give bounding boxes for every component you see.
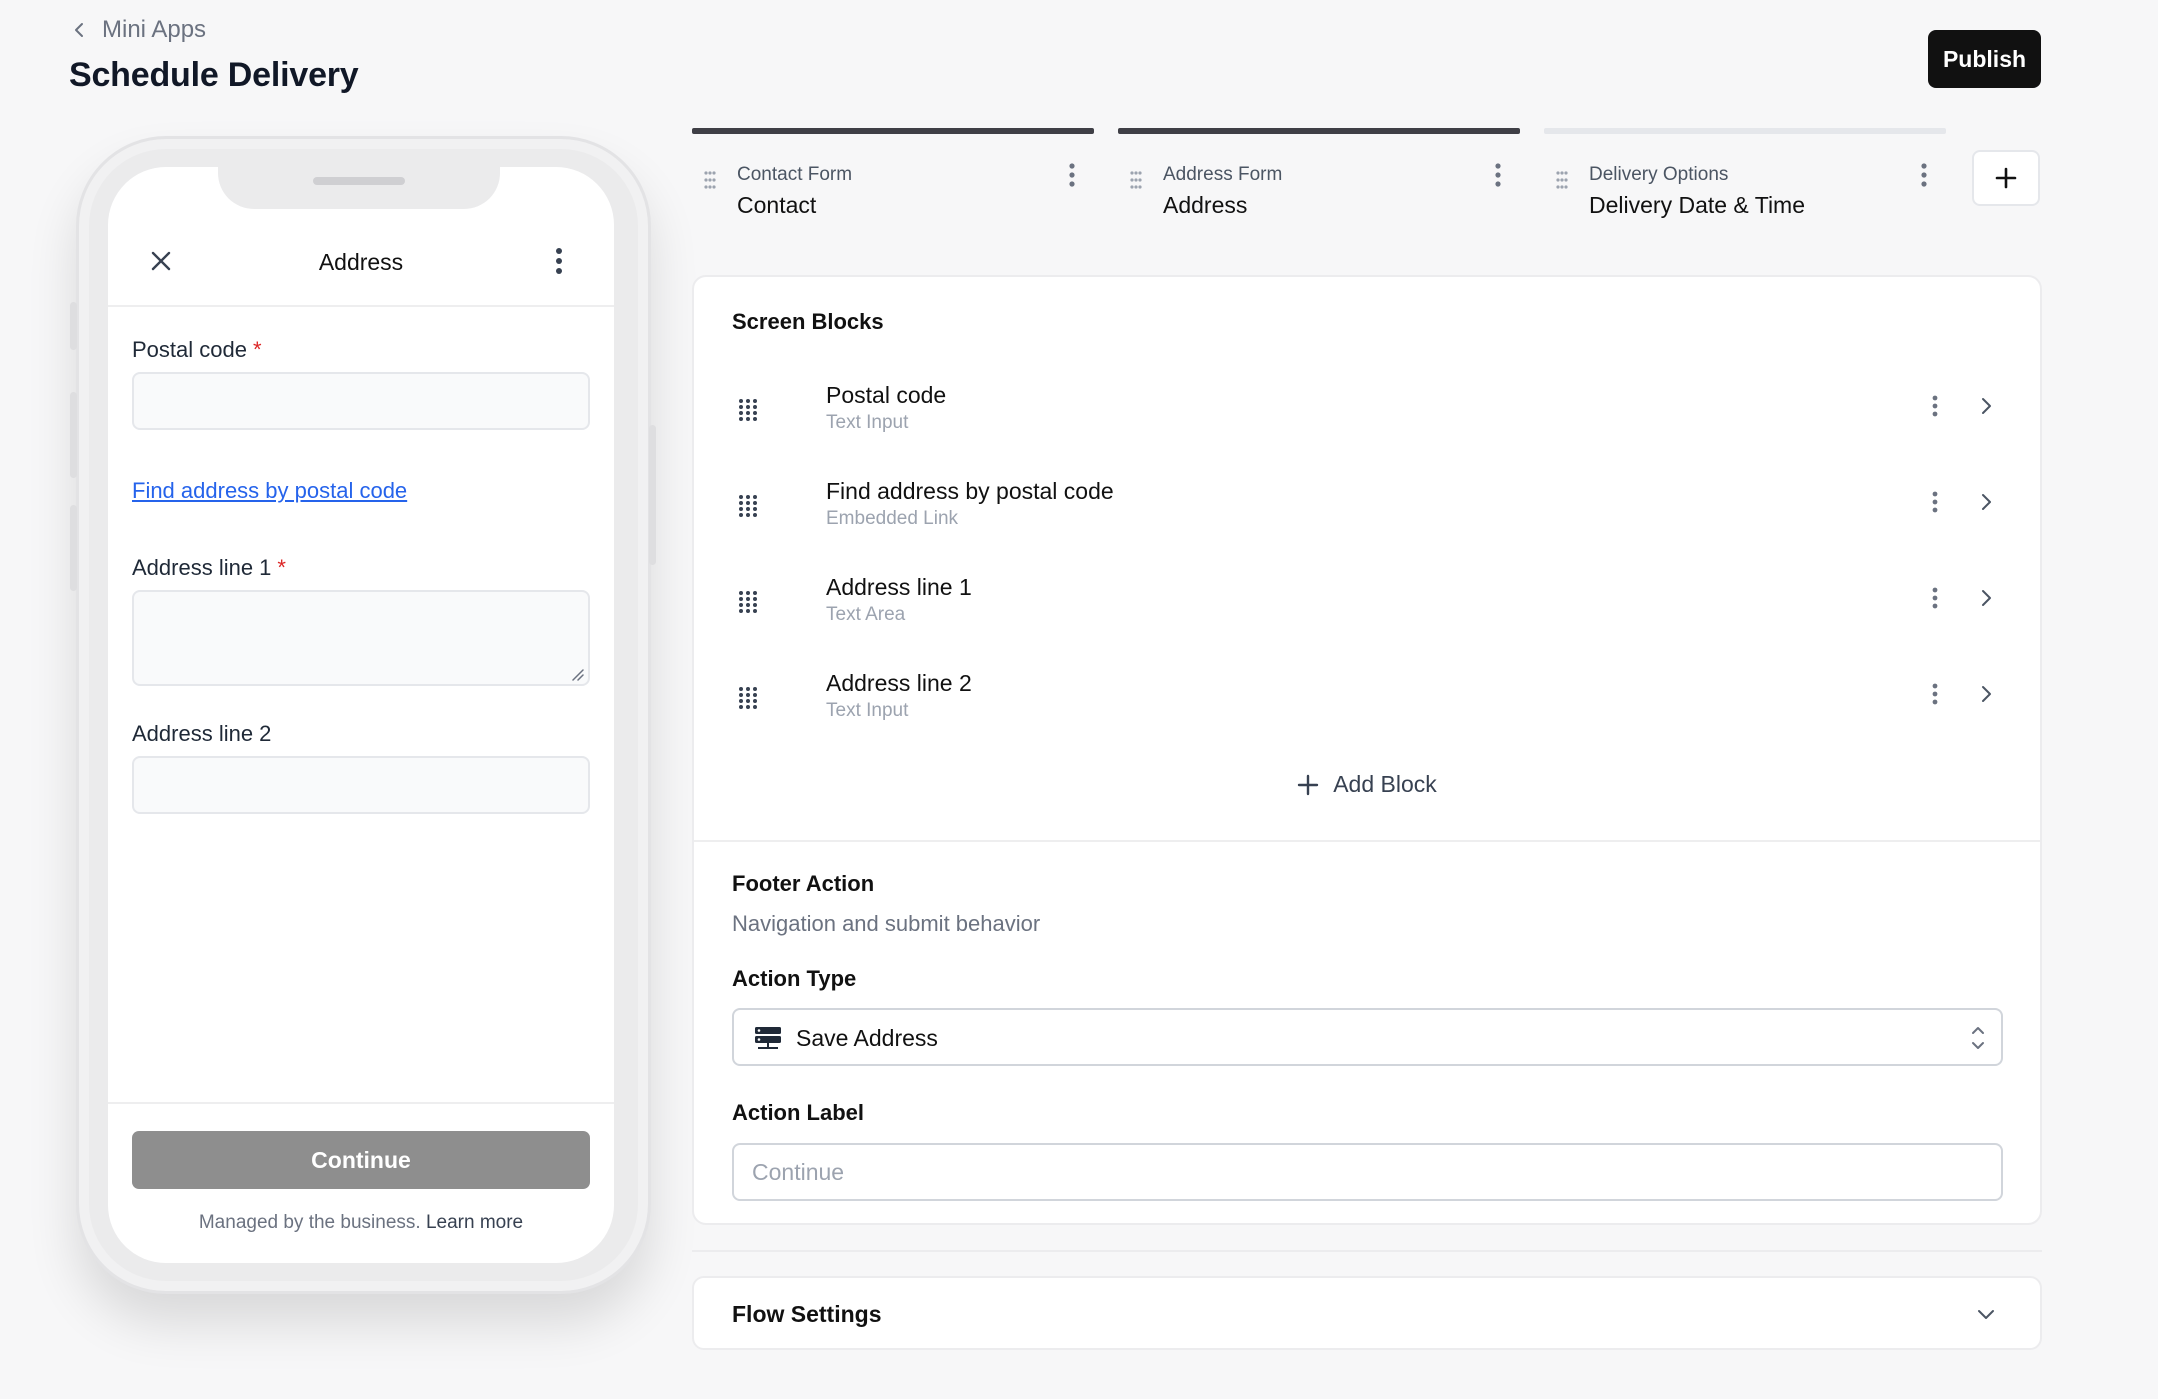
drag-handle-icon[interactable]	[738, 398, 758, 422]
more-vertical-icon[interactable]	[1068, 162, 1076, 188]
phone-side-button	[70, 392, 77, 478]
phone-side-button	[70, 505, 77, 591]
more-vertical-icon[interactable]	[1931, 586, 1939, 610]
address-line-2-label: Address line 2	[132, 721, 272, 746]
block-type: Text Area	[826, 604, 906, 625]
more-vertical-icon[interactable]	[1494, 162, 1502, 188]
block-type: Text Input	[826, 700, 909, 721]
chevron-left-icon	[75, 23, 83, 37]
flow-settings-title: Flow Settings	[732, 1301, 882, 1327]
chevron-up-down-icon	[1972, 1027, 1984, 1049]
chevron-right-icon[interactable]	[1976, 396, 1996, 416]
address-line-1-textarea[interactable]	[132, 590, 590, 686]
continue-button[interactable]: Continue	[132, 1131, 590, 1189]
chevron-right-icon[interactable]	[1976, 588, 1996, 608]
add-block-button[interactable]: Add Block	[694, 771, 2040, 798]
more-vertical-icon[interactable]	[555, 247, 563, 275]
find-address-link[interactable]: Find address by postal code	[132, 478, 407, 504]
tab-progress-bar	[1544, 128, 1946, 134]
screen-blocks-title: Screen Blocks	[732, 309, 884, 334]
block-title: Find address by postal code	[826, 478, 1114, 504]
chevron-right-icon[interactable]	[1976, 492, 1996, 512]
section-divider	[692, 1250, 2042, 1252]
drag-handle-icon[interactable]	[738, 494, 758, 518]
action-label-label: Action Label	[732, 1100, 865, 1125]
block-type: Text Input	[826, 412, 909, 433]
chevron-down-icon	[1978, 1310, 1994, 1319]
block-title: Postal code	[826, 382, 947, 408]
server-icon	[755, 1027, 781, 1049]
phone-notch	[218, 167, 500, 209]
block-row-find-address[interactable]: Find address by postal code Embedded Lin…	[718, 468, 2008, 548]
screen-header: Address	[108, 227, 614, 307]
more-vertical-icon[interactable]	[1931, 394, 1939, 418]
phone-screen: Address Postal code * Find address by pos…	[108, 167, 614, 1263]
required-mark: *	[252, 337, 262, 362]
drag-handle-icon[interactable]	[703, 170, 717, 190]
more-vertical-icon[interactable]	[1931, 682, 1939, 706]
managed-by-text: Managed by the business. Learn more	[198, 1212, 524, 1233]
section-divider	[694, 840, 2040, 842]
screen-tab-kicker: Contact Form	[737, 164, 853, 185]
screen-tab-name: Contact	[737, 192, 817, 218]
block-row-postal-code[interactable]: Postal code Text Input	[718, 372, 2008, 452]
phone-side-button	[649, 425, 656, 565]
action-label-input[interactable]	[732, 1143, 2003, 1201]
block-title: Address line 2	[826, 670, 972, 696]
screen-footer-divider	[108, 1102, 614, 1104]
phone-side-button	[70, 302, 77, 350]
block-title: Address line 1	[826, 574, 972, 600]
screen-tab-address[interactable]: Address Form Address	[1118, 128, 1520, 228]
learn-more-link[interactable]: Learn more	[426, 1212, 523, 1233]
action-type-label: Action Type	[732, 966, 857, 991]
block-row-address-line-2[interactable]: Address line 2 Text Input	[718, 660, 2008, 740]
footer-action-title: Footer Action	[732, 871, 875, 896]
tab-progress-bar	[1118, 128, 1520, 134]
address-line-2-input[interactable]	[132, 756, 590, 814]
plus-icon	[1995, 167, 2017, 189]
back-link-label: Mini Apps	[102, 16, 207, 43]
screen-tab-kicker: Address Form	[1163, 164, 1283, 185]
screen-tab-name: Address	[1163, 192, 1248, 218]
more-vertical-icon[interactable]	[1920, 162, 1928, 188]
drag-handle-icon[interactable]	[1129, 170, 1143, 190]
action-type-select[interactable]: Save Address	[732, 1008, 2003, 1066]
postal-code-label: Postal code *	[132, 337, 262, 362]
required-mark: *	[277, 555, 286, 580]
address-line-1-label: Address line 1 *	[132, 555, 286, 580]
postal-code-input[interactable]	[132, 372, 590, 430]
block-row-address-line-1[interactable]: Address line 1 Text Area	[718, 564, 2008, 644]
screen-config-card: Screen Blocks Postal code Text Input Fin…	[692, 275, 2042, 1225]
flow-settings-accordion[interactable]: Flow Settings	[692, 1276, 2042, 1350]
action-type-value: Save Address	[796, 1025, 938, 1051]
add-block-label: Add Block	[1333, 771, 1437, 797]
drag-handle-icon[interactable]	[738, 590, 758, 614]
phone-speaker	[313, 177, 405, 185]
screen-tab-kicker: Delivery Options	[1589, 164, 1729, 185]
tab-progress-bar	[692, 128, 1094, 134]
publish-button[interactable]: Publish	[1928, 30, 2041, 88]
back-link-mini-apps[interactable]: Mini Apps	[70, 16, 206, 44]
block-type: Embedded Link	[826, 508, 959, 529]
page-title: Schedule Delivery	[69, 56, 359, 94]
chevron-right-icon[interactable]	[1976, 684, 1996, 704]
screen-tab-delivery-options[interactable]: Delivery Options Delivery Date & Time	[1544, 128, 1946, 228]
screen-tab-contact[interactable]: Contact Form Contact	[692, 128, 1094, 228]
plus-icon	[1298, 774, 1319, 795]
screen-title: Address	[318, 249, 404, 275]
more-vertical-icon[interactable]	[1931, 490, 1939, 514]
resize-grip-icon[interactable]	[570, 667, 584, 681]
screen-tab-name: Delivery Date & Time	[1589, 192, 1806, 218]
drag-handle-icon[interactable]	[1555, 170, 1569, 190]
footer-action-subtitle: Navigation and submit behavior	[732, 911, 1041, 936]
add-screen-button[interactable]	[1972, 150, 2040, 206]
drag-handle-icon[interactable]	[738, 686, 758, 710]
